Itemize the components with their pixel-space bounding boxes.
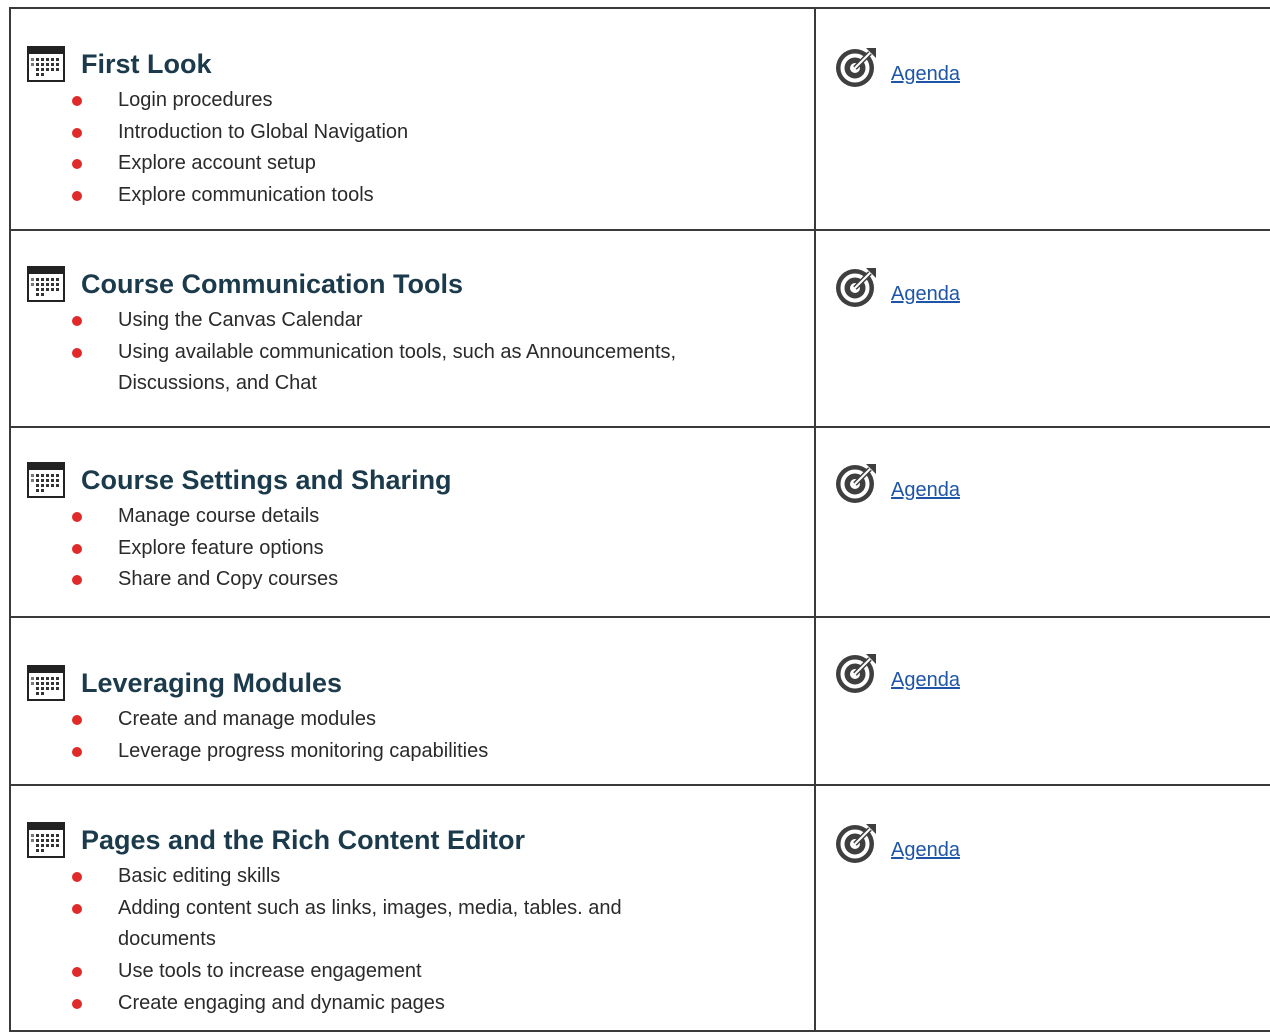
agenda-link-wrap: Agenda — [834, 266, 1270, 308]
list-item: Leverage progress monitoring capabilitie… — [72, 736, 814, 768]
section-cell: Course Settings and Sharing Manage cours… — [9, 426, 816, 618]
table-row: First Look Login procedures Introduction… — [9, 7, 1270, 231]
list-item: Manage course details — [72, 501, 814, 533]
agenda-cell: Agenda — [814, 616, 1270, 786]
table-row: Course Settings and Sharing Manage cours… — [9, 426, 1270, 618]
section-title: Course Settings and Sharing — [81, 465, 452, 495]
table-row: Course Communication Tools Using the Can… — [9, 229, 1270, 428]
agenda-table: First Look Login procedures Introduction… — [9, 7, 1270, 1032]
list-item: Share and Copy courses — [72, 564, 814, 596]
list-item: Using the Canvas Calendar — [72, 305, 814, 337]
agenda-cell: Agenda — [814, 7, 1270, 231]
agenda-link[interactable]: Agenda — [891, 282, 960, 306]
section-header: Course Communication Tools — [27, 266, 814, 302]
section-title: First Look — [81, 49, 212, 79]
list-item: Create and manage modules — [72, 704, 814, 736]
list-item: Login procedures — [72, 85, 814, 117]
bullet-list: Basic editing skills Adding content such… — [11, 861, 814, 1020]
section-cell: Pages and the Rich Content Editor Basic … — [9, 784, 816, 1032]
section-header: Leveraging Modules — [27, 665, 814, 701]
section-cell: First Look Login procedures Introduction… — [9, 7, 816, 231]
agenda-link-wrap: Agenda — [834, 462, 1270, 504]
list-item: Basic editing skills — [72, 861, 814, 893]
section-title: Pages and the Rich Content Editor — [81, 825, 526, 855]
agenda-link-wrap: Agenda — [834, 652, 1270, 694]
table-row: Leveraging Modules Create and manage mod… — [9, 616, 1270, 786]
section-title: Course Communication Tools — [81, 269, 464, 299]
list-item: Explore feature options — [72, 533, 814, 565]
target-icon — [834, 46, 878, 88]
section-header: First Look — [27, 46, 814, 82]
agenda-link-wrap: Agenda — [834, 46, 1270, 88]
agenda-link[interactable]: Agenda — [891, 838, 960, 862]
list-item: Use tools to increase engagement — [72, 956, 814, 988]
bullet-list: Using the Canvas Calendar Using availabl… — [11, 305, 814, 400]
list-item: Introduction to Global Navigation — [72, 117, 814, 149]
bullet-list: Login procedures Introduction to Global … — [11, 85, 814, 212]
calendar-icon — [27, 665, 65, 701]
section-title: Leveraging Modules — [81, 668, 343, 698]
agenda-link[interactable]: Agenda — [891, 478, 960, 502]
calendar-icon — [27, 462, 65, 498]
list-item: Explore communication tools — [72, 180, 814, 212]
agenda-cell: Agenda — [814, 426, 1270, 618]
list-item: Explore account setup — [72, 148, 814, 180]
calendar-icon — [27, 266, 65, 302]
agenda-link[interactable]: Agenda — [891, 668, 960, 692]
bullet-list: Create and manage modules Leverage progr… — [11, 704, 814, 767]
target-icon — [834, 266, 878, 308]
section-header: Pages and the Rich Content Editor — [27, 822, 814, 858]
target-icon — [834, 652, 878, 694]
agenda-cell: Agenda — [814, 229, 1270, 428]
section-cell: Course Communication Tools Using the Can… — [9, 229, 816, 428]
agenda-link[interactable]: Agenda — [891, 62, 960, 86]
agenda-link-wrap: Agenda — [834, 822, 1270, 864]
target-icon — [834, 462, 878, 504]
table-row: Pages and the Rich Content Editor Basic … — [9, 784, 1270, 1032]
list-item: Using available communication tools, suc… — [72, 337, 814, 400]
target-icon — [834, 822, 878, 864]
bullet-list: Manage course details Explore feature op… — [11, 501, 814, 596]
agenda-cell: Agenda — [814, 784, 1270, 1032]
list-item: Adding content such as links, images, me… — [72, 893, 814, 956]
list-item: Create engaging and dynamic pages — [72, 988, 814, 1020]
calendar-icon — [27, 822, 65, 858]
section-cell: Leveraging Modules Create and manage mod… — [9, 616, 816, 786]
calendar-icon — [27, 46, 65, 82]
section-header: Course Settings and Sharing — [27, 462, 814, 498]
